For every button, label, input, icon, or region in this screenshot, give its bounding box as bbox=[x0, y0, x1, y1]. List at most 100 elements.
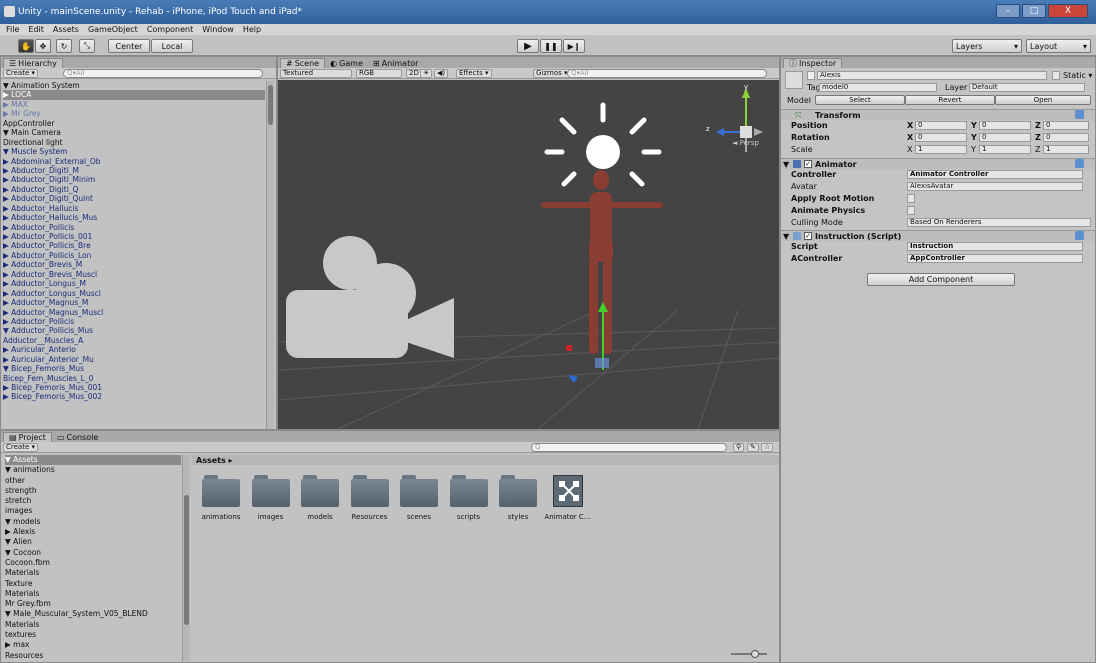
project-tree-item[interactable]: ▼ Assets bbox=[5, 455, 181, 466]
folder-icon[interactable] bbox=[350, 471, 389, 509]
project-tree-item[interactable]: Cocoon.fbm bbox=[5, 558, 181, 568]
pivot-local-button[interactable]: Local bbox=[151, 39, 193, 53]
model-revert-button[interactable]: Revert bbox=[905, 95, 995, 105]
menu-component[interactable]: Component bbox=[147, 25, 193, 34]
hierarchy-row[interactable]: ▼ Bicep_Femoris_Mus bbox=[3, 364, 265, 373]
menu-file[interactable]: File bbox=[6, 25, 19, 34]
filter-label-icon[interactable]: ✎ bbox=[747, 443, 759, 452]
hierarchy-row[interactable]: AppController bbox=[3, 119, 265, 128]
render-mode-dropdown[interactable]: RGB bbox=[356, 69, 402, 78]
hierarchy-row[interactable]: ▶ Bicep_Femoris_Mus_002 bbox=[3, 392, 265, 401]
static-checkbox[interactable] bbox=[1052, 71, 1060, 80]
hierarchy-row[interactable]: ▶ Adductor_Magnus_Muscl bbox=[3, 308, 265, 317]
project-tree-item[interactable]: images bbox=[5, 506, 181, 516]
menu-assets[interactable]: Assets bbox=[53, 25, 79, 34]
hierarchy-row[interactable]: ▶ Adductor_Pollicis bbox=[3, 317, 265, 326]
menu-gameobject[interactable]: GameObject bbox=[88, 25, 138, 34]
rotate-tool-button[interactable]: ↻ bbox=[56, 39, 72, 53]
project-tree-item[interactable]: textures bbox=[5, 630, 181, 640]
shading-mode-dropdown[interactable]: Textured bbox=[280, 69, 352, 78]
rot-z-field[interactable]: 0 bbox=[1043, 133, 1089, 142]
project-tree-item[interactable]: ▼ models bbox=[5, 517, 181, 527]
tab-console[interactable]: ▭ Console bbox=[52, 432, 103, 442]
asset-label[interactable]: styles bbox=[493, 513, 543, 521]
hierarchy-row[interactable]: ▶ Abdominal_External_Ob bbox=[3, 157, 265, 166]
avatar-field[interactable]: AlexisAvatar bbox=[907, 182, 1083, 191]
hierarchy-row[interactable]: ▶ MAX bbox=[3, 100, 265, 109]
project-tree-item[interactable]: ▶ Alexis bbox=[5, 527, 181, 537]
menu-edit[interactable]: Edit bbox=[28, 25, 44, 34]
tab-game[interactable]: ◐ Game bbox=[325, 58, 368, 68]
favorite-star-icon[interactable]: ☆ bbox=[761, 443, 774, 452]
layout-dropdown[interactable]: Layout ▾ bbox=[1026, 39, 1091, 53]
layer-dropdown[interactable]: Default bbox=[969, 83, 1085, 92]
pos-x-field[interactable]: 0 bbox=[915, 121, 967, 130]
project-tree-item[interactable]: stretch bbox=[5, 496, 181, 506]
audio-toggle-icon[interactable]: ◀) bbox=[434, 69, 449, 78]
hierarchy-row[interactable]: ▼ Adductor_Pollicis_Mus bbox=[3, 326, 265, 335]
hierarchy-row[interactable]: Bicep_Fem_Muscles_L_0 bbox=[3, 374, 265, 383]
folder-icon[interactable] bbox=[202, 471, 240, 509]
hierarchy-row[interactable]: ▶ Abductor_Digiti_Quint bbox=[3, 194, 265, 203]
project-tree-scrollbar[interactable] bbox=[182, 455, 190, 661]
active-checkbox[interactable] bbox=[807, 71, 815, 80]
hierarchy-row[interactable]: ▶ Abductor_Pollicis_001 bbox=[3, 232, 265, 241]
tab-project[interactable]: ▤ Project bbox=[3, 432, 52, 442]
folder-icon[interactable] bbox=[301, 471, 339, 509]
asset-label[interactable]: Animator C... bbox=[543, 513, 593, 521]
asset-label[interactable]: scenes bbox=[394, 513, 444, 521]
hierarchy-row[interactable]: ▶ Adductor_Brevis_Muscl bbox=[3, 270, 265, 279]
project-tree-item[interactable]: Materials bbox=[5, 620, 181, 630]
close-button[interactable]: X bbox=[1048, 4, 1088, 18]
acontroller-field[interactable]: AppController bbox=[907, 254, 1083, 263]
controller-field[interactable]: Animator Controller bbox=[907, 170, 1083, 179]
hierarchy-search-input[interactable]: Q▾All bbox=[63, 69, 263, 78]
scroll-thumb[interactable] bbox=[268, 85, 273, 125]
zoom-slider[interactable] bbox=[731, 650, 767, 658]
scl-y-field[interactable]: 1 bbox=[979, 145, 1031, 154]
project-tree-item[interactable]: Materials bbox=[5, 589, 181, 599]
pos-z-field[interactable]: 0 bbox=[1043, 121, 1089, 130]
project-tree-item[interactable]: Mr Grey.fbm bbox=[5, 599, 181, 609]
scl-z-field[interactable]: 1 bbox=[1043, 145, 1089, 154]
folder-icon[interactable] bbox=[499, 471, 537, 509]
breadcrumb-assets[interactable]: Assets ▸ bbox=[196, 456, 233, 465]
rot-x-field[interactable]: 0 bbox=[915, 133, 967, 142]
project-tree-item[interactable]: other bbox=[5, 476, 181, 486]
animate-physics-checkbox[interactable] bbox=[907, 206, 915, 215]
project-tree-item[interactable]: Materials bbox=[5, 568, 181, 578]
hierarchy-row[interactable]: ▶ Adductor_Magnus_M bbox=[3, 298, 265, 307]
rot-y-field[interactable]: 0 bbox=[979, 133, 1031, 142]
step-button[interactable]: ▶❙ bbox=[563, 39, 585, 53]
hierarchy-row[interactable]: Directional light bbox=[3, 138, 265, 147]
hierarchy-row[interactable]: ▶ Abductor_Hallucis_Mus bbox=[3, 213, 265, 222]
hierarchy-row[interactable]: ▼ Muscle System bbox=[3, 147, 265, 156]
play-button[interactable]: ▶ bbox=[517, 39, 539, 53]
project-tree-item[interactable]: strength bbox=[5, 486, 181, 496]
animator-enabled-checkbox[interactable]: ✓ bbox=[804, 160, 812, 168]
apply-root-motion-checkbox[interactable] bbox=[907, 194, 915, 203]
tag-dropdown[interactable]: model0 bbox=[819, 83, 937, 92]
project-tree-item[interactable]: ▼ Male_Muscular_System_V05_BLEND bbox=[5, 609, 181, 619]
pause-button[interactable]: ❚❚ bbox=[540, 39, 562, 53]
instruction-header[interactable]: ▼ ✓ Instruction (Script) bbox=[781, 230, 1095, 241]
hierarchy-row[interactable]: ▶ Auricular_Anterior_Mu bbox=[3, 355, 265, 364]
help-icon[interactable] bbox=[1075, 110, 1084, 119]
hierarchy-row[interactable]: ▶ Adductor_Brevis_M bbox=[3, 260, 265, 269]
move-gizmo[interactable] bbox=[566, 302, 609, 383]
tab-animator[interactable]: ⊞ Animator bbox=[368, 58, 423, 68]
hierarchy-scrollbar[interactable] bbox=[266, 81, 274, 429]
scl-x-field[interactable]: 1 bbox=[915, 145, 967, 154]
scene-viewport[interactable]: ◄ Persp z y bbox=[278, 80, 779, 429]
project-tree-item[interactable]: Texture bbox=[5, 579, 181, 589]
transform-header[interactable]: ⤧ Transform bbox=[781, 109, 1095, 120]
hierarchy-row[interactable]: ▶ Abductor_Digiti_Minim bbox=[3, 175, 265, 184]
hierarchy-row[interactable]: ▶ Abductor_Digiti_Q bbox=[3, 185, 265, 194]
hierarchy-row[interactable]: ▶ Auricular_Anterio bbox=[3, 345, 265, 354]
hierarchy-row[interactable]: ▼ Main Camera bbox=[3, 128, 265, 137]
project-tree-item[interactable]: ▼ Cocoon bbox=[5, 548, 181, 558]
add-component-button[interactable]: Add Component bbox=[867, 273, 1015, 286]
animator-header[interactable]: ▼ ✓ Animator bbox=[781, 158, 1095, 169]
asset-label[interactable]: models bbox=[295, 513, 345, 521]
folder-icon[interactable] bbox=[449, 471, 488, 509]
